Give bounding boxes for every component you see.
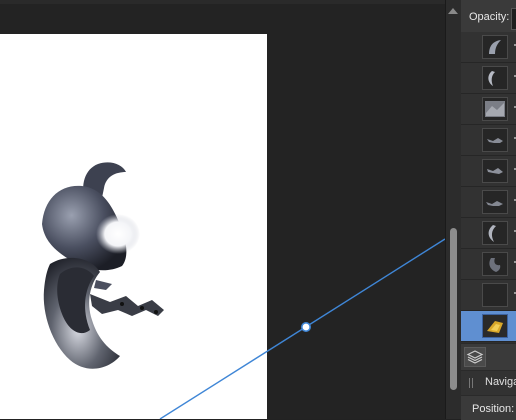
scroll-up-arrow-icon[interactable] — [448, 8, 458, 14]
layers-panel: Opacity: Naviga Position: — [461, 0, 516, 420]
layer-item[interactable] — [461, 187, 516, 218]
layer-thumbnail — [482, 314, 508, 338]
opacity-input[interactable] — [511, 8, 516, 30]
layer-item[interactable] — [461, 156, 516, 187]
layer-item[interactable] — [461, 32, 516, 63]
grip-icon[interactable] — [469, 378, 473, 388]
layer-thumbnail — [482, 221, 508, 245]
scroll-thumb[interactable] — [450, 228, 457, 390]
layers-list — [461, 32, 516, 343]
layer-thumbnail — [482, 97, 508, 121]
layer-thumbnail — [482, 252, 508, 276]
layer-item[interactable] — [461, 218, 516, 249]
layers-scrollbar[interactable] — [445, 0, 461, 419]
layer-thumbnail — [482, 128, 508, 152]
layer-item-selected[interactable] — [461, 311, 516, 342]
layer-item[interactable] — [461, 94, 516, 125]
layer-thumbnail — [482, 283, 508, 307]
layer-thumbnail — [482, 159, 508, 183]
layer-item[interactable] — [461, 249, 516, 280]
navigator-tab[interactable]: Naviga — [461, 370, 516, 395]
opacity-label: Opacity: — [469, 11, 510, 23]
layer-toolbar — [461, 343, 516, 370]
layer-thumbnail — [482, 35, 508, 59]
guide-line-overlay — [159, 238, 445, 419]
layer-thumbnail — [482, 66, 508, 90]
navigator-label: Naviga — [485, 376, 516, 388]
position-label: Position: — [472, 403, 515, 415]
layers-stack-icon[interactable] — [464, 347, 486, 367]
guide-handle[interactable] — [300, 321, 311, 332]
position-row: Position: — [461, 395, 516, 420]
layer-item[interactable] — [461, 63, 516, 94]
opacity-row: Opacity: — [461, 6, 516, 30]
layer-item[interactable] — [461, 280, 516, 311]
layer-item[interactable] — [461, 125, 516, 156]
layer-thumbnail — [482, 190, 508, 214]
